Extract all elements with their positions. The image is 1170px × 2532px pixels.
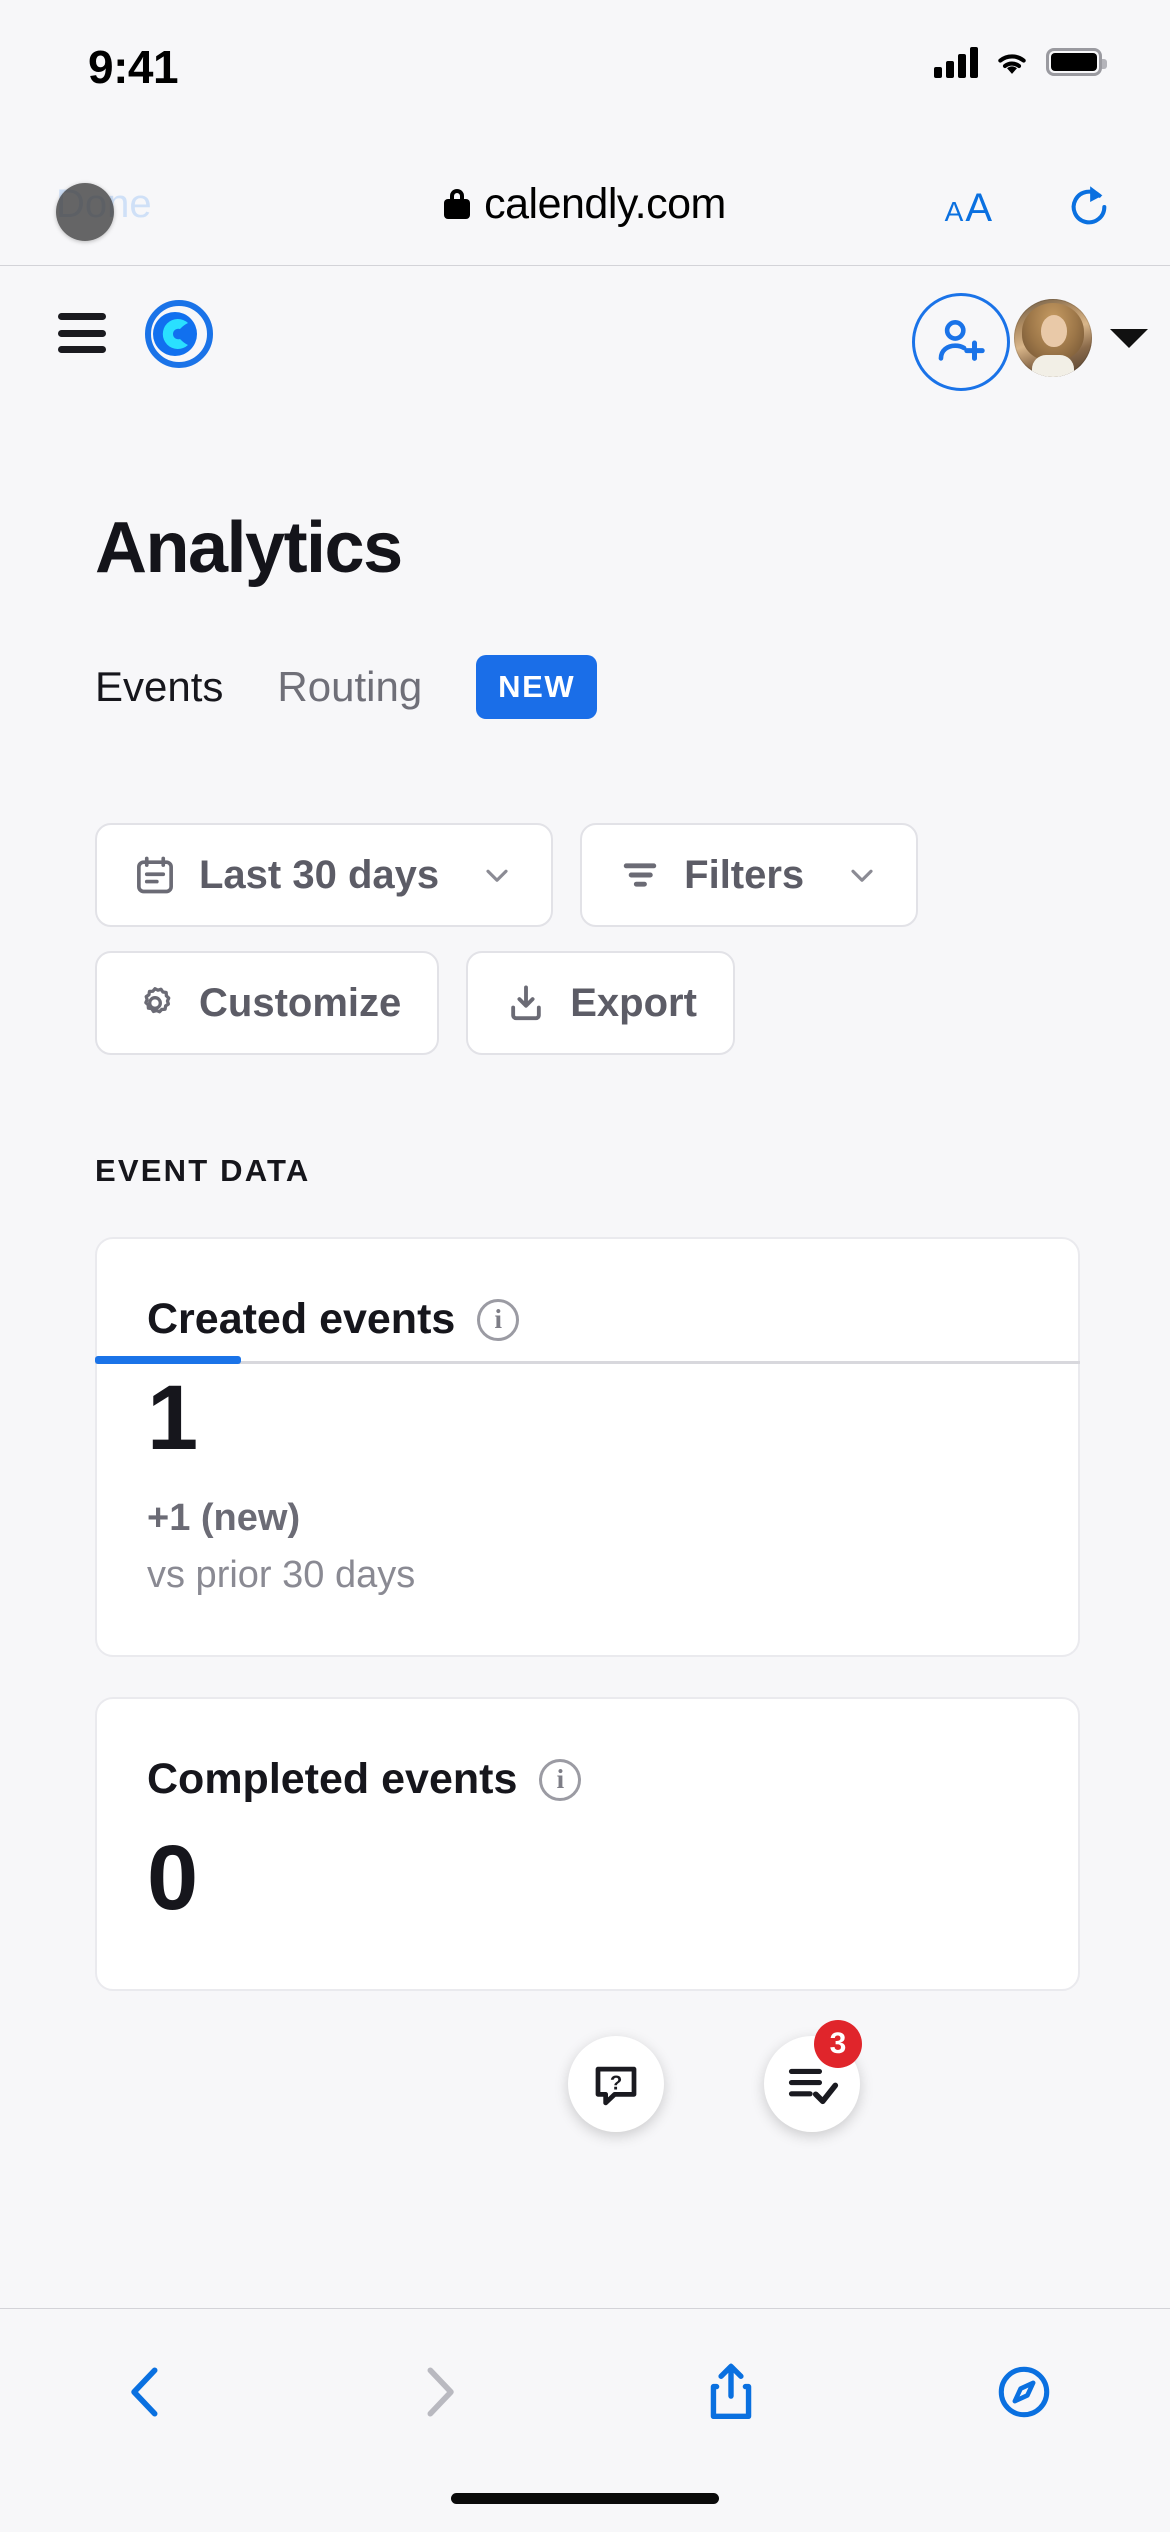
toolbar-items bbox=[0, 2337, 1170, 2447]
card-delta: +1 (new) bbox=[147, 1497, 301, 1539]
download-icon bbox=[511, 985, 542, 1021]
help-chat-icon: ? bbox=[595, 2066, 637, 2106]
info-icon[interactable]: i bbox=[539, 1758, 582, 1801]
app-header bbox=[0, 267, 1170, 401]
compass-icon bbox=[998, 2366, 1050, 2418]
customize-button[interactable]: Customize bbox=[95, 951, 440, 1055]
card-value: 0 bbox=[147, 1827, 198, 1929]
routing-new-badge: NEW bbox=[476, 655, 598, 719]
help-button[interactable]: ? bbox=[568, 2036, 664, 2132]
page-content: Analytics Events Routing NEW Last 30 day… bbox=[0, 401, 1170, 1991]
date-range-button[interactable]: Last 30 days bbox=[95, 823, 554, 927]
text-size-large-label: A bbox=[965, 186, 992, 230]
home-indicator bbox=[451, 2493, 719, 2504]
gear-icon bbox=[144, 987, 171, 1014]
hamburger-menu-icon[interactable] bbox=[58, 313, 106, 353]
forward-button[interactable] bbox=[293, 2361, 586, 2423]
signal-bars-icon bbox=[934, 46, 978, 78]
chevron-right-icon bbox=[427, 2367, 454, 2417]
browser-toolbar bbox=[0, 2308, 1170, 2532]
battery-full-icon bbox=[1046, 48, 1107, 76]
card-title: Completed events bbox=[147, 1755, 518, 1803]
text-size-button[interactable]: A A bbox=[945, 186, 992, 231]
page-title: Analytics bbox=[95, 508, 403, 588]
invite-user-button[interactable] bbox=[912, 293, 1010, 391]
date-range-label: Last 30 days bbox=[199, 852, 440, 897]
address-bar[interactable]: calendly.com bbox=[0, 180, 1170, 229]
section-label-event-data: EVENT DATA bbox=[95, 1153, 311, 1188]
filters-button[interactable]: Filters bbox=[580, 823, 919, 927]
calendly-logo-icon[interactable] bbox=[142, 297, 216, 371]
controls-area: Last 30 days Filters Customize Export bbox=[95, 823, 1085, 1055]
lock-icon bbox=[444, 188, 471, 221]
tab-events[interactable]: Events bbox=[95, 663, 223, 711]
chevron-down-icon bbox=[486, 869, 508, 882]
browser-bar: Done calendly.com A A bbox=[0, 150, 1170, 266]
export-button[interactable]: Export bbox=[466, 951, 735, 1055]
avatar[interactable] bbox=[1014, 299, 1092, 377]
reload-icon[interactable] bbox=[1066, 182, 1112, 232]
explore-button[interactable] bbox=[878, 2363, 1170, 2421]
svg-text:?: ? bbox=[610, 2072, 622, 2094]
chevron-down-icon bbox=[851, 869, 873, 882]
wifi-icon bbox=[998, 54, 1026, 74]
share-icon bbox=[711, 2363, 752, 2419]
metric-card-created-events: Created events i 1 +1 (new) vs prior 30 … bbox=[95, 1237, 1080, 1657]
controls-row-1: Last 30 days Filters bbox=[95, 823, 1085, 927]
url-text: calendly.com bbox=[484, 180, 726, 228]
tab-routing[interactable]: Routing bbox=[277, 663, 422, 711]
controls-row-2: Customize Export bbox=[95, 951, 1085, 1055]
status-bar: 9:41 bbox=[0, 0, 1170, 150]
phone-screen: 9:41 Done calendly.com A A bbox=[0, 0, 1170, 2532]
tab-divider bbox=[95, 1361, 1080, 1364]
tab-bar: Events Routing NEW bbox=[95, 655, 1080, 745]
filter-icon bbox=[623, 863, 657, 887]
card-title: Created events bbox=[147, 1295, 456, 1343]
card-comparison: vs prior 30 days bbox=[147, 1554, 416, 1596]
chevron-left-icon bbox=[131, 2367, 158, 2417]
touch-cursor bbox=[56, 183, 114, 241]
text-size-small-label: A bbox=[944, 196, 964, 227]
metric-card-completed-events: Completed events i 0 bbox=[95, 1697, 1080, 1991]
card-header: Created events i bbox=[147, 1295, 1028, 1344]
status-indicators bbox=[934, 46, 1107, 78]
customize-label: Customize bbox=[199, 980, 402, 1025]
add-user-icon bbox=[938, 320, 985, 361]
filters-label: Filters bbox=[684, 852, 805, 897]
export-label: Export bbox=[570, 980, 697, 1025]
tab-active-underline bbox=[95, 1356, 241, 1364]
card-value: 1 bbox=[147, 1367, 198, 1469]
card-header: Completed events i bbox=[147, 1755, 1028, 1804]
calendar-icon bbox=[137, 856, 173, 894]
status-time: 9:41 bbox=[88, 41, 179, 93]
share-button[interactable] bbox=[585, 2360, 878, 2424]
info-icon[interactable]: i bbox=[477, 1298, 520, 1341]
caret-down-icon[interactable] bbox=[1110, 329, 1148, 348]
tasks-badge: 3 bbox=[814, 2020, 862, 2068]
back-button[interactable] bbox=[0, 2361, 293, 2423]
